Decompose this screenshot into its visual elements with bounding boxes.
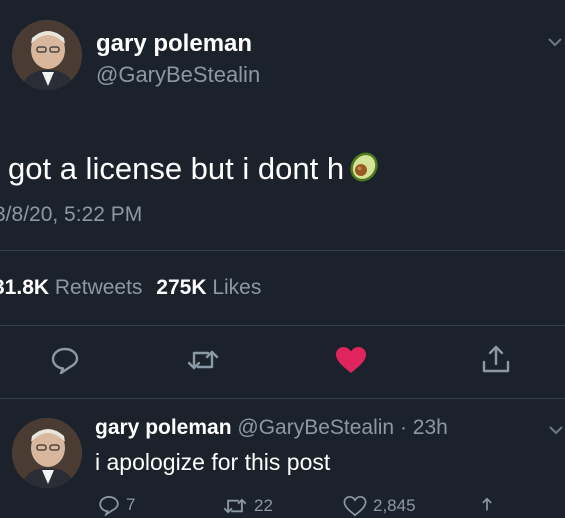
reply-icon[interactable] [50,345,80,375]
heart-icon[interactable] [334,345,368,375]
reply-retweet-count: 22 [254,496,273,515]
reply-action-retweet[interactable]: 22 [222,495,273,517]
divider-top [0,250,565,251]
engagement-stats: 31.8K Retweets 275K Likes [0,276,261,300]
reply-author-name[interactable]: gary poleman [95,416,232,439]
retweets-count: 31.8K [0,276,50,299]
author-handle[interactable]: @GaryBeStealin [96,62,260,88]
chevron-down-icon[interactable] [547,36,563,48]
likes-count: 275K [156,276,207,299]
reply-share-icon[interactable] [476,496,498,518]
likes-label: Likes [212,276,262,299]
tweet-timestamp[interactable]: 3/8/20, 5:22 PM [0,203,142,227]
share-icon[interactable] [480,343,512,375]
likes-stat[interactable]: 275K Likes [156,276,261,299]
reply-retweet-icon [223,498,247,514]
reply-reply-count: 7 [126,495,136,514]
divider-bottom [0,398,565,399]
reply-text: i apologize for this post [95,449,331,475]
retweets-stat[interactable]: 31.8K Retweets [0,276,148,299]
author-avatar[interactable] [12,20,82,90]
reply-author-avatar[interactable] [12,418,82,488]
retweets-label: Retweets [54,276,143,299]
reply-chevron-down-icon[interactable] [548,424,564,436]
tweet-text-line: got a license but i dont h [8,147,383,191]
reply-action-like[interactable]: 2,845 [343,495,416,517]
avocado-emoji [345,147,383,191]
retweet-icon[interactable] [186,346,220,374]
author-name[interactable]: gary poleman [96,30,252,58]
reply-author-handle-time[interactable]: @GaryBeStealin · 23h [237,416,447,439]
reply-reply-icon [99,496,119,516]
reply-action-reply[interactable]: 7 [98,494,135,516]
tweet-text: got a license but i dont h [8,151,345,186]
reply-header: gary poleman @GaryBeStealin · 23h [95,416,448,440]
reply-like-count: 2,845 [373,496,416,515]
divider-middle [0,325,565,326]
reply-heart-icon [343,495,367,517]
